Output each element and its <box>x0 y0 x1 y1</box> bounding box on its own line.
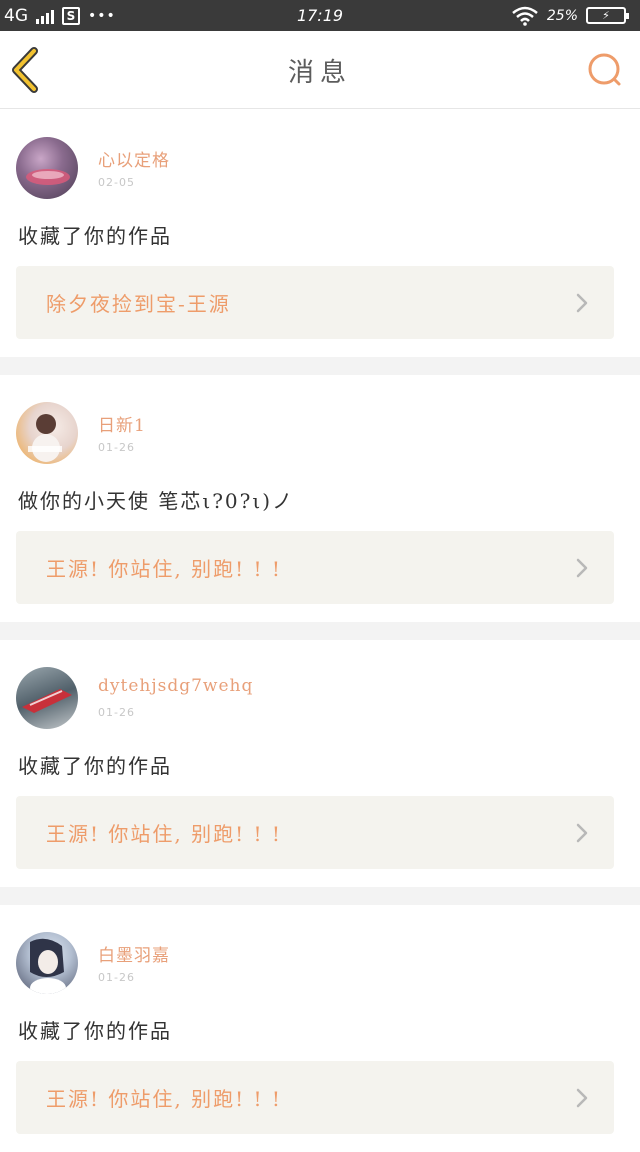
list-divider <box>0 357 640 375</box>
avatar-image <box>28 414 62 462</box>
work-link[interactable]: 王源! 你站住, 别跑! ! ! <box>16 796 614 869</box>
message-date: 02-05 <box>98 176 135 189</box>
message-text: 收藏了你的作品 <box>18 224 172 248</box>
chevron-right-icon <box>576 293 588 313</box>
avatar-image <box>22 689 72 713</box>
search-icon <box>588 53 621 86</box>
avatar-image <box>30 938 66 994</box>
avatar[interactable] <box>16 667 78 729</box>
message-list: 心以定格 02-05 收藏了你的作品 除夕夜捡到宝-王源 日新1 01-26 做… <box>0 110 640 1152</box>
chevron-right-icon <box>576 823 588 843</box>
avatar[interactable] <box>16 932 78 994</box>
avatar[interactable] <box>16 402 78 464</box>
chevron-right-icon <box>576 1088 588 1108</box>
page-title: 消息 <box>287 57 352 88</box>
work-link[interactable]: 王源! 你站住, 别跑! ! ! <box>16 1061 614 1134</box>
list-divider <box>0 887 640 905</box>
status-bar: 4G S ••• 17:19 25% ⚡ <box>0 0 640 31</box>
chevron-right-icon <box>576 558 588 578</box>
list-divider <box>0 622 640 640</box>
search-button[interactable] <box>586 51 624 89</box>
top-nav-bar: 消息 <box>0 31 640 109</box>
message-date: 01-26 <box>98 706 135 719</box>
message-item: 日新1 01-26 做你的小天使 笔芯ι?0?ι)ノ 王源! 你站住, 别跑! … <box>0 375 640 622</box>
message-text: 收藏了你的作品 <box>18 754 172 778</box>
avatar[interactable] <box>16 137 78 199</box>
work-title: 王源! 你站住, 别跑! ! ! <box>46 822 282 846</box>
message-text: 收藏了你的作品 <box>18 1019 172 1043</box>
username[interactable]: 日新1 <box>98 411 146 436</box>
username[interactable]: 白墨羽嘉 <box>98 941 170 966</box>
work-title: 除夕夜捡到宝-王源 <box>46 292 231 316</box>
work-title: 王源! 你站住, 别跑! ! ! <box>46 557 282 581</box>
username[interactable]: 心以定格 <box>98 146 170 171</box>
username[interactable]: dytehjsdg7wehq <box>98 676 253 696</box>
work-link[interactable]: 除夕夜捡到宝-王源 <box>16 266 614 339</box>
status-time: 17:19 <box>296 6 344 25</box>
work-title: 王源! 你站住, 别跑! ! ! <box>46 1087 282 1111</box>
message-item: dytehjsdg7wehq 01-26 收藏了你的作品 王源! 你站住, 别跑… <box>0 640 640 887</box>
message-date: 01-26 <box>98 971 135 984</box>
battery-charging-icon: ⚡ <box>586 7 629 24</box>
message-item: 白墨羽嘉 01-26 收藏了你的作品 王源! 你站住, 别跑! ! ! <box>0 905 640 1152</box>
work-link[interactable]: 王源! 你站住, 别跑! ! ! <box>16 531 614 604</box>
message-date: 01-26 <box>98 441 135 454</box>
avatar-image <box>26 169 70 185</box>
message-text: 做你的小天使 笔芯ι?0?ι)ノ <box>18 489 295 513</box>
message-item: 心以定格 02-05 收藏了你的作品 除夕夜捡到宝-王源 <box>0 110 640 357</box>
